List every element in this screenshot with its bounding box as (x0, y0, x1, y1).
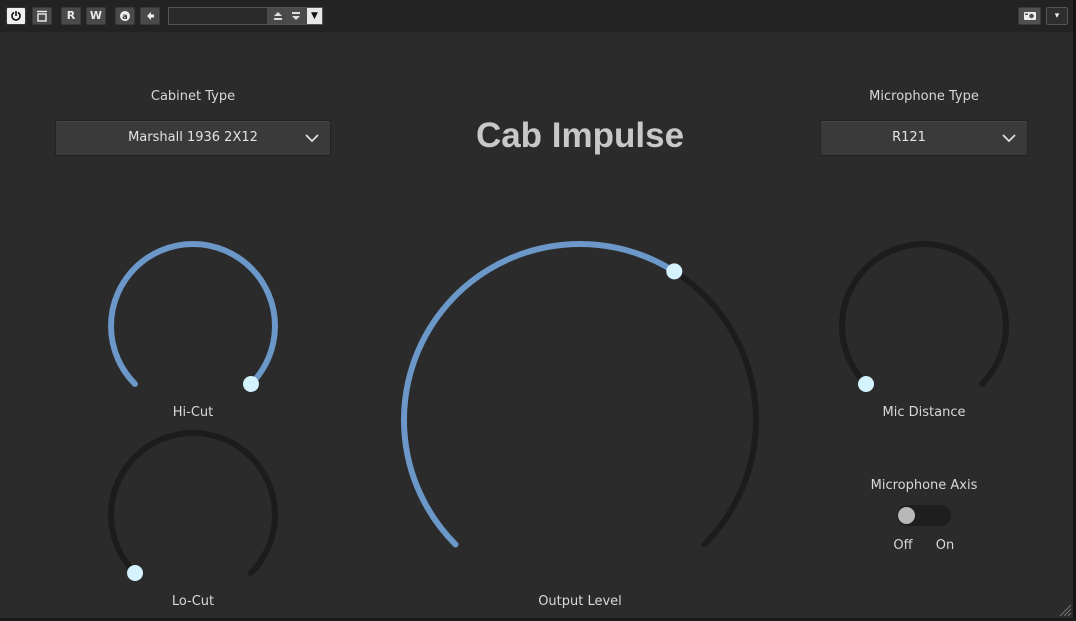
microphone-axis-label: Microphone Axis (870, 478, 978, 493)
mic-distance-knob[interactable] (839, 240, 1009, 392)
resize-grip-icon[interactable] (1058, 603, 1072, 617)
output-level-knob[interactable] (401, 240, 759, 548)
output-level-handle[interactable] (666, 263, 683, 280)
mic-distance-label: Mic Distance (882, 405, 966, 420)
lo-cut-handle[interactable] (127, 564, 144, 581)
hi-cut-label: Hi-Cut (172, 405, 214, 420)
hi-cut-value-arc (108, 240, 278, 387)
mic-distance-track (839, 240, 1009, 387)
axis-off-label: Off (893, 538, 913, 553)
mic-distance-handle[interactable] (858, 375, 875, 392)
lo-cut-knob[interactable] (108, 429, 278, 581)
output-level-track (401, 240, 759, 548)
toggle-thumb (898, 507, 915, 524)
microphone-axis-toggle[interactable] (897, 505, 951, 526)
output-level-value-arc (401, 241, 678, 548)
hi-cut-knob[interactable] (108, 240, 278, 392)
knob-layer (108, 240, 1009, 581)
axis-on-label: On (935, 538, 955, 553)
lo-cut-label: Lo-Cut (171, 594, 215, 609)
output-level-label: Output Level (538, 594, 622, 609)
hi-cut-handle[interactable] (242, 375, 259, 392)
lo-cut-track (108, 429, 278, 576)
